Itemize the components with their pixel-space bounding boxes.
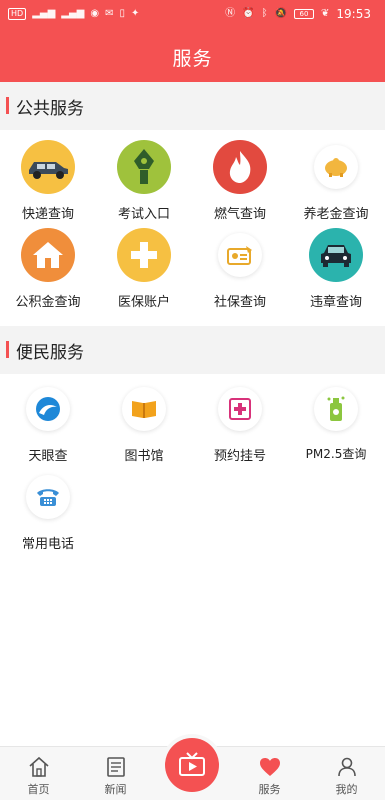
book-icon <box>122 387 166 431</box>
tab-label: 新闻 <box>104 783 127 796</box>
mail-icon: ✉ <box>105 8 114 19</box>
signal-icon: ▂▄▆ <box>32 8 56 19</box>
car-front-icon <box>309 228 363 282</box>
app-header: HD ▂▄▆ ▂▄▆ ◉ ✉ ▯ ✦ Ⓝ ⏰ ᛒ 🔕 60 ❦ 19:53 服务 <box>0 0 385 82</box>
leaf-icon: ❦ <box>321 8 330 19</box>
service-social-security[interactable]: 社保查询 <box>192 228 288 310</box>
sim-icon: ▯ <box>119 8 125 19</box>
wave-icon <box>26 387 70 431</box>
service-label: 考试入口 <box>117 207 170 222</box>
service-label: 燃气查询 <box>213 207 266 222</box>
id-card-icon <box>218 233 262 277</box>
service-label: 违章查询 <box>309 295 362 310</box>
service-pension-query[interactable]: 养老金查询 <box>288 140 384 222</box>
service-library[interactable]: 图书馆 <box>96 382 192 464</box>
air-sensor-icon <box>314 387 358 431</box>
telephone-icon <box>26 475 70 519</box>
bluetooth-icon: ᛒ <box>261 8 268 19</box>
tab-news[interactable]: 新闻 <box>77 747 154 800</box>
person-icon <box>335 755 359 779</box>
piggy-bank-icon <box>314 145 358 189</box>
notification-icon: ✦ <box>130 8 140 19</box>
status-bar: HD ▂▄▆ ▂▄▆ ◉ ✉ ▯ ✦ Ⓝ ⏰ ᛒ 🔕 60 ❦ 19:53 <box>0 0 385 28</box>
car-icon <box>21 140 75 194</box>
battery-indicator: 60 <box>294 9 315 19</box>
tab-label: 我的 <box>335 783 358 796</box>
news-icon <box>104 755 128 779</box>
service-label: 图书馆 <box>124 449 164 464</box>
mute-icon: 🔕 <box>274 8 288 19</box>
section-accent-bar <box>6 341 9 358</box>
tab-label: 首页 <box>27 783 50 796</box>
hd-badge: HD <box>8 8 27 20</box>
service-label: 医保账户 <box>117 295 170 310</box>
service-housing-fund[interactable]: 公积金查询 <box>0 228 96 310</box>
status-right: Ⓝ ⏰ ᛒ 🔕 60 ❦ 19:53 <box>225 7 371 21</box>
service-gas-query[interactable]: 燃气查询 <box>192 140 288 222</box>
center-video-button[interactable] <box>165 738 219 792</box>
tab-label: 服务 <box>258 783 281 796</box>
service-label: 快递查询 <box>21 207 74 222</box>
service-label: PM2.5查询 <box>305 447 367 461</box>
service-pm25-query[interactable]: PM2.5查询 <box>288 382 384 462</box>
service-common-phone[interactable]: 常用电话 <box>0 470 96 552</box>
nfc-icon: Ⓝ <box>225 8 236 19</box>
service-express-query[interactable]: 快递查询 <box>0 140 96 222</box>
service-label: 天眼查 <box>28 449 68 464</box>
section-public-services: 公共服务 <box>0 82 385 130</box>
plus-box-icon <box>218 387 262 431</box>
service-tianyancha[interactable]: 天眼查 <box>0 382 96 464</box>
flame-icon <box>213 140 267 194</box>
tv-play-icon <box>179 752 205 776</box>
service-label: 预约挂号 <box>213 449 266 464</box>
medical-cross-icon <box>117 228 171 282</box>
house-icon <box>21 228 75 282</box>
tab-profile[interactable]: 我的 <box>308 747 385 800</box>
pen-nib-icon <box>117 140 171 194</box>
status-time: 19:53 <box>336 7 371 21</box>
status-left: HD ▂▄▆ ▂▄▆ ◉ ✉ ▯ ✦ <box>8 7 139 21</box>
service-label: 公积金查询 <box>15 295 81 310</box>
service-medical-insurance[interactable]: 医保账户 <box>96 228 192 310</box>
section-title: 公共服务 <box>16 99 84 119</box>
section-civic-services: 便民服务 <box>0 326 385 374</box>
eye-icon: ◉ <box>90 8 100 19</box>
page-title: 服务 <box>172 48 213 70</box>
alarm-icon: ⏰ <box>242 8 255 19</box>
tab-services[interactable]: 服务 <box>231 747 308 800</box>
home-icon <box>27 755 51 779</box>
signal-icon-2: ▂▄▆ <box>61 8 85 19</box>
service-label: 常用电话 <box>21 537 74 552</box>
heart-icon <box>258 755 282 779</box>
service-exam-entry[interactable]: 考试入口 <box>96 140 192 222</box>
service-label: 社保查询 <box>213 295 266 310</box>
tab-home[interactable]: 首页 <box>0 747 77 800</box>
service-appointment[interactable]: 预约挂号 <box>192 382 288 464</box>
service-traffic-violation[interactable]: 违章查询 <box>288 228 384 310</box>
section-title: 便民服务 <box>16 343 84 363</box>
section-accent-bar <box>6 97 9 114</box>
service-label: 养老金查询 <box>303 207 369 222</box>
